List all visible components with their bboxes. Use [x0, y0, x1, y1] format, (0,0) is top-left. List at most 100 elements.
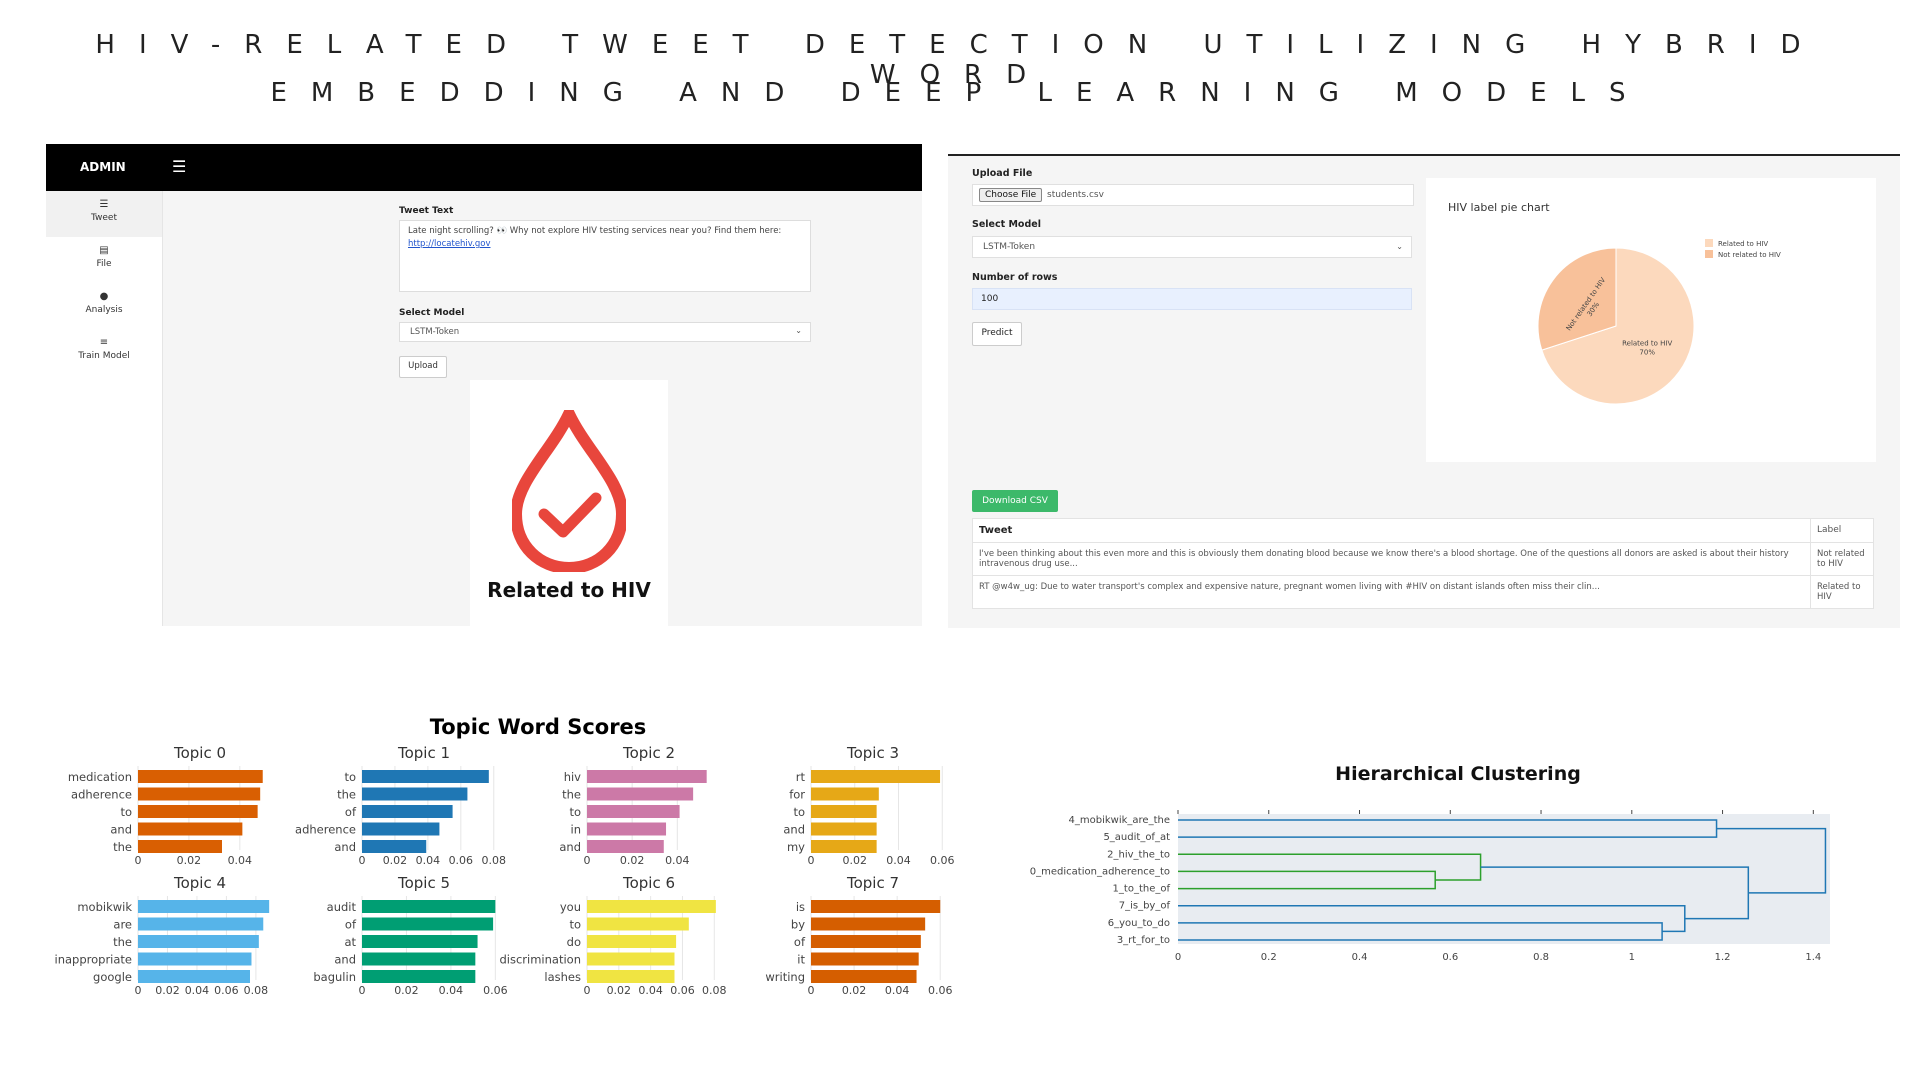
- sidebar-item-train-model[interactable]: ≡ Train Model: [46, 329, 162, 375]
- sidebar-item-label: File: [96, 259, 112, 269]
- bar: [138, 840, 222, 853]
- legend-label: Related to HIV: [1718, 240, 1768, 248]
- x-tick-label: 0: [135, 984, 142, 997]
- predict-button[interactable]: Predict: [972, 322, 1022, 346]
- model-select-value: LSTM-Token: [983, 242, 1036, 252]
- model-select[interactable]: LSTM-Token ⌄: [972, 236, 1412, 258]
- x-tick-label: 0: [808, 984, 815, 997]
- x-tick-label: 0: [1175, 952, 1181, 960]
- column-header-tweet: Tweet: [972, 518, 1811, 543]
- bar: [362, 900, 496, 913]
- sidebar-item-label: Analysis: [85, 305, 123, 315]
- file-input[interactable]: Choose File students.csv: [972, 184, 1414, 206]
- rows-input[interactable]: 100: [972, 288, 1412, 310]
- bar: [587, 935, 677, 948]
- tweet-text-input[interactable]: Late night scrolling? 👀 Why not explore …: [399, 220, 811, 292]
- chevron-down-icon: ⌄: [795, 326, 802, 335]
- hierarchical-clustering-chart: Hierarchical Clustering 4_mobikwik_are_t…: [1030, 760, 1850, 964]
- upload-button[interactable]: Upload: [399, 356, 447, 378]
- model-select-value: LSTM-Token: [410, 327, 460, 337]
- bar: [138, 900, 270, 913]
- topic-panel-title: Topic 5: [397, 874, 450, 892]
- x-tick-label: 0.06: [670, 984, 695, 997]
- word-label: you: [560, 900, 581, 914]
- x-tick-label: 1.4: [1805, 952, 1821, 960]
- bar: [587, 952, 675, 966]
- word-label: are: [113, 918, 132, 932]
- leaf-label: 7_is_by_of: [1119, 901, 1171, 912]
- sidebar-item-file[interactable]: ▤ File: [46, 237, 162, 283]
- x-tick-label: 0.02: [843, 854, 868, 867]
- bar: [811, 822, 877, 836]
- x-tick-label: 0.08: [244, 984, 268, 997]
- word-label: for: [789, 788, 805, 802]
- x-tick-label: 0: [584, 984, 591, 997]
- sidebar-item-tweet[interactable]: ☰ Tweet: [46, 191, 162, 237]
- word-label: by: [791, 918, 805, 932]
- sidebar-item-analysis[interactable]: ● Analysis: [46, 283, 162, 329]
- bar: [138, 935, 259, 948]
- choose-file-button[interactable]: Choose File: [979, 188, 1043, 202]
- blood-drop-check-icon: [512, 410, 626, 572]
- predictions-table: Tweet Label I've been thinking about thi…: [972, 518, 1874, 609]
- model-select[interactable]: LSTM-Token ⌄: [399, 322, 811, 342]
- bar: [587, 840, 664, 853]
- topic-word-scores-chart: Topic Word Scores Topic 0 0 0.02 0.04 medica…: [40, 700, 980, 1024]
- x-tick-label: 0: [135, 854, 142, 867]
- hiv-label-pie-chart: HIV label pie chart Related to HIV 70%Not…: [1448, 201, 1781, 405]
- x-tick-label: 0.04: [185, 984, 210, 997]
- cluster-chart-title: Hierarchical Clustering: [1335, 763, 1581, 785]
- x-tick-label: 0.02: [607, 984, 632, 997]
- info-icon: ●: [99, 291, 109, 302]
- bar: [362, 935, 478, 948]
- bar: [587, 787, 694, 801]
- word-label: my: [787, 840, 805, 854]
- legend-swatch: [1705, 239, 1713, 247]
- upload-file-label: Upload File: [972, 168, 1033, 179]
- x-tick-label: 1: [1629, 952, 1635, 960]
- topic-panel: Topic 0 0 0.02 0.04 medication adherence to and…: [68, 744, 263, 867]
- topic-panel-title: Topic 4: [173, 874, 226, 892]
- x-tick-label: 0.04: [885, 984, 910, 997]
- topic-panel-title: Topic 7: [846, 874, 899, 892]
- pie-chart-title: HIV label pie chart: [1448, 201, 1550, 214]
- word-label: the: [113, 840, 132, 854]
- bar: [811, 805, 877, 818]
- word-label: audit: [327, 900, 357, 914]
- download-csv-button[interactable]: Download CSV: [972, 490, 1058, 512]
- bar: [811, 787, 879, 801]
- word-label: the: [113, 935, 132, 949]
- bar: [362, 917, 494, 931]
- x-tick-label: 0.08: [482, 854, 507, 867]
- brand-label: ADMIN: [80, 160, 126, 174]
- topic-panel: Topic 7 0 0.02 0.04 0.06 is by of it writing: [765, 874, 952, 997]
- pie-chart-card: HIV label pie chart Related to HIV 70% Not…: [1426, 178, 1876, 462]
- tweet-link[interactable]: http://locatehiv.gov: [408, 239, 491, 249]
- bar: [811, 840, 877, 853]
- select-model-label: Select Model: [972, 219, 1041, 230]
- leaf-label: 4_mobikwik_are_the: [1069, 815, 1170, 826]
- file-icon: ▤: [99, 245, 109, 256]
- word-label: do: [567, 935, 581, 949]
- word-label: to: [120, 805, 132, 819]
- word-label: in: [571, 823, 581, 837]
- table-row: RT @w4w_ug: Due to water transport's com…: [972, 575, 1874, 609]
- table-header-row: Tweet Label: [972, 518, 1874, 543]
- bar: [811, 900, 941, 913]
- word-label: it: [797, 953, 805, 967]
- bar: [811, 970, 917, 983]
- bar: [362, 787, 468, 801]
- table-cell-tweet: I've been thinking about this even more …: [972, 542, 1811, 576]
- topic-panel-title: Topic 2: [622, 744, 675, 762]
- x-tick-label: 0.06: [930, 854, 955, 867]
- bar: [138, 770, 263, 783]
- x-tick-label: 0.06: [449, 854, 474, 867]
- hamburger-menu-icon[interactable]: ☰: [172, 157, 186, 176]
- topic-panel: Topic 5 0 0.02 0.04 0.06 audit of at and bagulin: [313, 874, 507, 997]
- bar: [362, 952, 476, 966]
- list-icon: ☰: [99, 199, 109, 210]
- word-label: to: [344, 770, 356, 784]
- leaf-label: 3_rt_for_to: [1117, 935, 1170, 946]
- word-label: the: [337, 788, 356, 802]
- x-tick-label: 0.02: [394, 984, 419, 997]
